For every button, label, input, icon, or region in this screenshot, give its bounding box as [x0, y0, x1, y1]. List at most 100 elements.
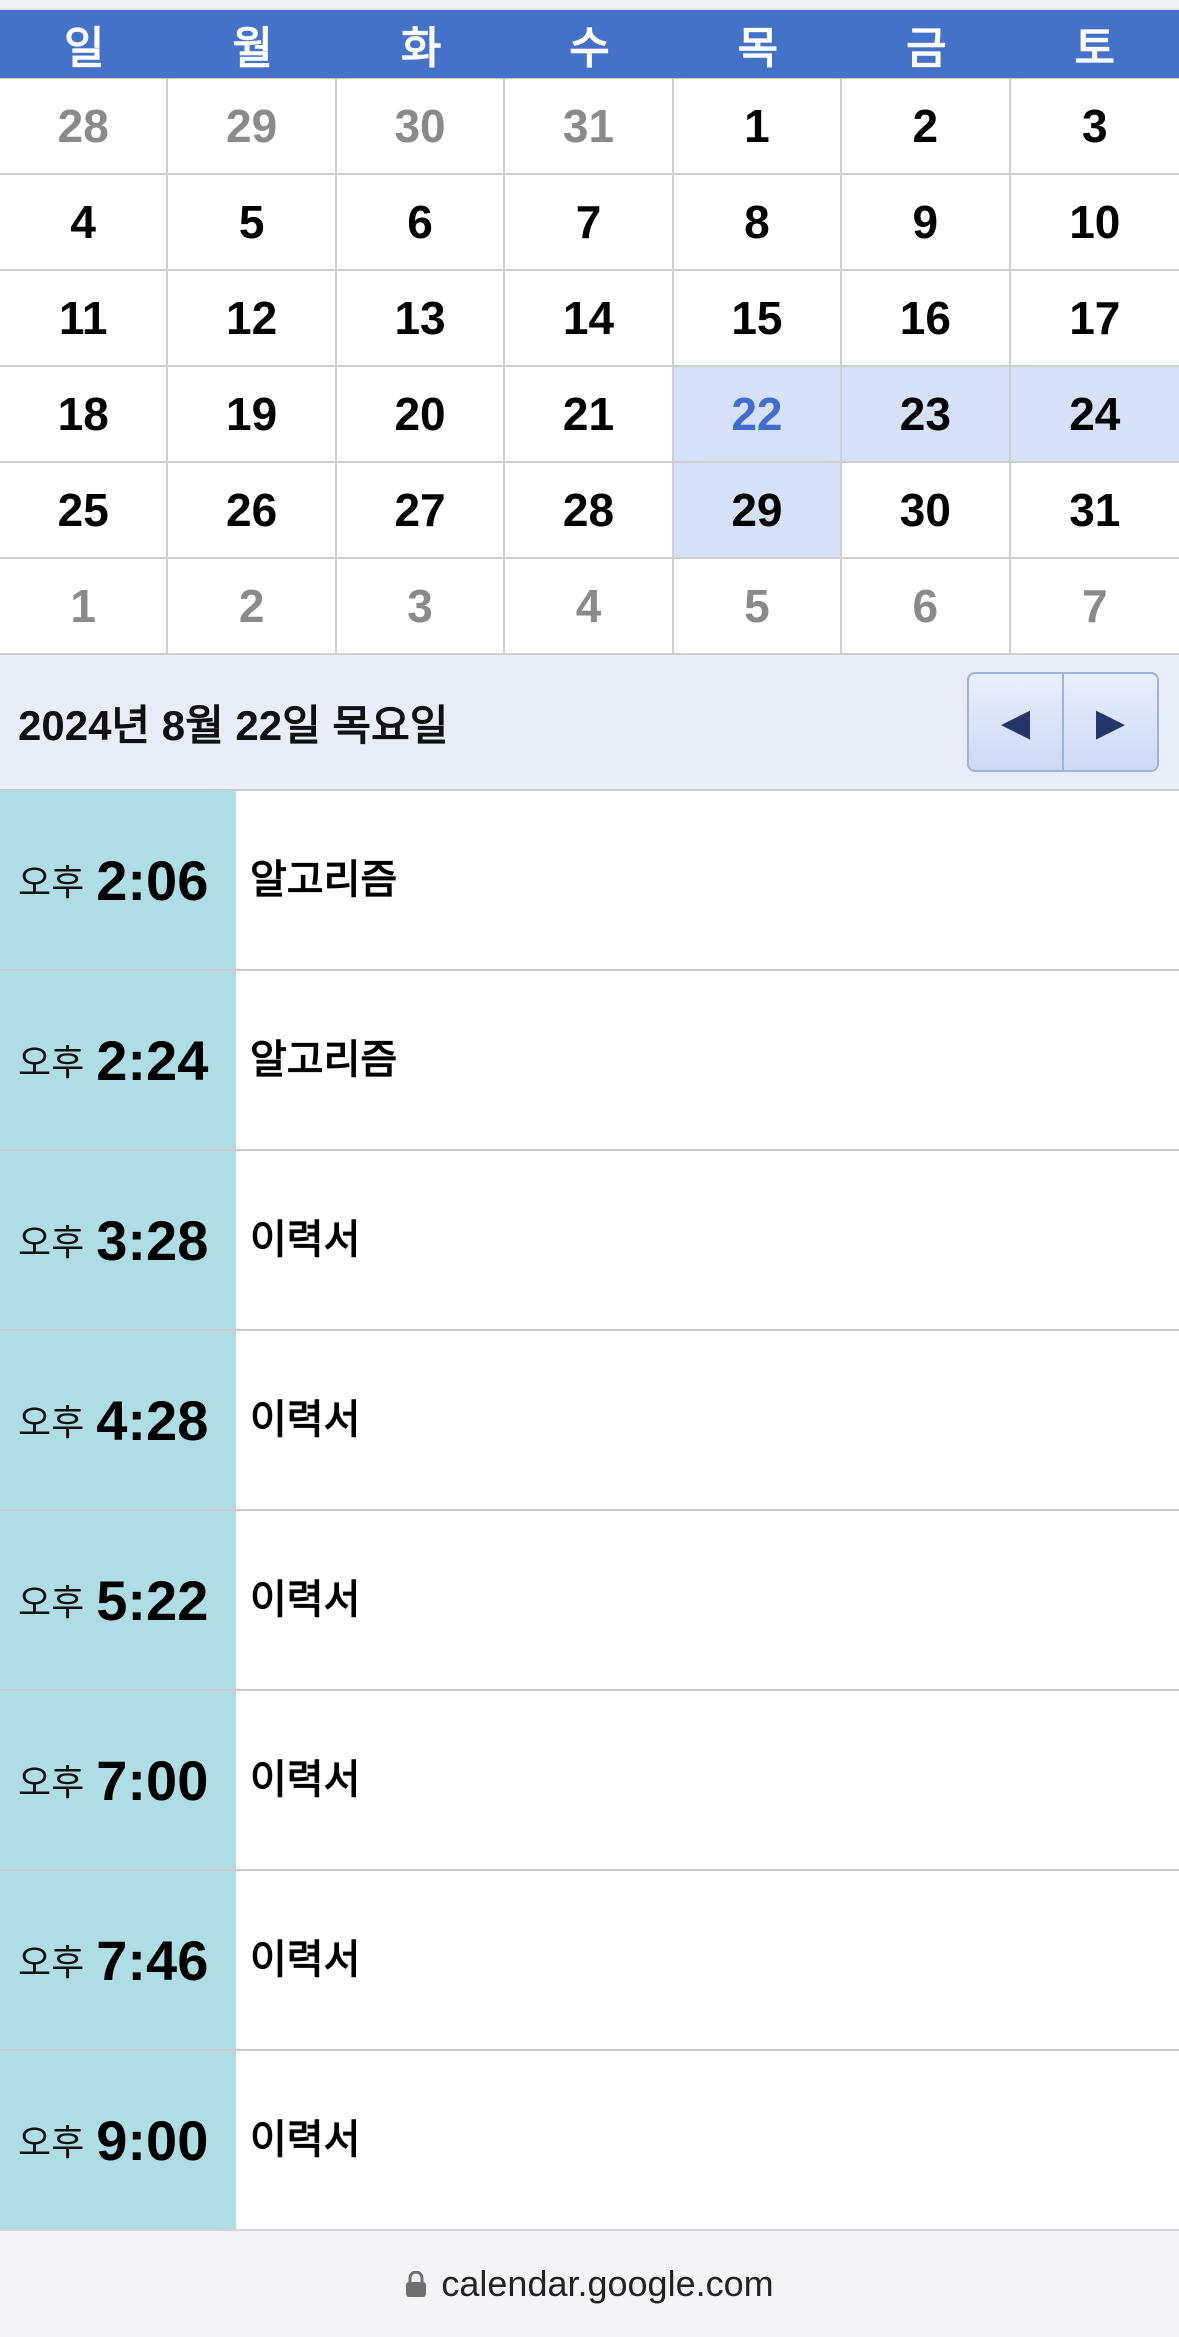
event-title: 알고리즘	[250, 857, 398, 903]
triangle-right-icon: ▶	[1095, 700, 1126, 744]
day-cell[interactable]: 3	[336, 559, 506, 655]
month-grid: 28 29 30 31 1 2 3 4 5 6 7 8 9 10 11 12 1…	[0, 78, 1179, 655]
day-cell[interactable]: 31	[1010, 463, 1179, 559]
day-cell[interactable]: 21	[505, 367, 674, 463]
day-cell[interactable]: 19	[168, 367, 337, 463]
day-cell[interactable]: 28	[0, 79, 169, 175]
event-time: 오후 4:28	[0, 1331, 236, 1509]
event-ampm: 오후	[18, 1043, 85, 1084]
event-clock: 5:22	[96, 1568, 209, 1632]
event-time: 오후 7:00	[0, 1691, 236, 1869]
event-title: 이력서	[250, 1397, 361, 1443]
day-cell[interactable]: 10	[1010, 175, 1179, 271]
event-row[interactable]: 오후 7:00 이력서	[0, 1691, 1179, 1871]
event-row[interactable]: 오후 2:24 알고리즘	[0, 971, 1179, 1151]
event-time: 오후 3:28	[0, 1151, 236, 1329]
weekday-mon: 월	[232, 23, 273, 74]
selected-date-title: 2024년 8월 22일 목요일	[18, 701, 449, 749]
event-title: 이력서	[250, 1217, 361, 1263]
day-cell[interactable]: 2	[842, 79, 1011, 175]
event-title: 알고리즘	[250, 1037, 398, 1083]
day-cell[interactable]: 6	[842, 559, 1011, 655]
day-cell[interactable]: 16	[842, 271, 1011, 367]
browser-url-bar[interactable]: calendar.google.com	[0, 2229, 1179, 2337]
event-ampm: 오후	[18, 863, 85, 904]
event-time: 오후 2:24	[0, 971, 236, 1149]
day-cell[interactable]: 13	[336, 271, 506, 367]
day-cell[interactable]: 2	[168, 559, 337, 655]
day-cell[interactable]: 5	[673, 559, 843, 655]
weekday-sun: 일	[63, 23, 105, 74]
day-cell-today[interactable]: 22	[673, 367, 843, 463]
prev-day-button[interactable]: ◀	[969, 674, 1062, 770]
weekday-thu: 목	[737, 23, 779, 74]
day-cell[interactable]: 18	[0, 367, 169, 463]
event-ampm: 오후	[18, 1223, 85, 1264]
weekday-tue: 화	[400, 23, 442, 74]
event-title: 이력서	[250, 2117, 361, 2163]
day-cell[interactable]: 24	[1010, 367, 1179, 463]
event-row[interactable]: 오후 7:46 이력서	[0, 1871, 1179, 2051]
day-cell[interactable]: 20	[336, 367, 506, 463]
day-cell[interactable]: 3	[1010, 79, 1179, 175]
weekday-fri: 금	[906, 23, 947, 74]
day-cell[interactable]: 29	[168, 79, 337, 175]
day-cell[interactable]: 12	[168, 271, 337, 367]
event-time: 오후 9:00	[0, 2051, 236, 2229]
event-ampm: 오후	[18, 1583, 85, 1624]
event-row[interactable]: 오후 9:00 이력서	[0, 2051, 1179, 2231]
weekday-sat: 토	[1074, 23, 1116, 74]
day-cell[interactable]: 28	[505, 463, 674, 559]
day-cell[interactable]: 8	[673, 175, 843, 271]
event-title: 이력서	[250, 1937, 361, 1983]
event-title: 이력서	[250, 1757, 361, 1803]
event-title: 이력서	[250, 1577, 361, 1623]
event-clock: 9:00	[96, 2108, 209, 2172]
day-cell[interactable]: 6	[336, 175, 506, 271]
day-cell[interactable]: 30	[842, 463, 1011, 559]
event-ampm: 오후	[18, 1403, 85, 1444]
day-cell[interactable]: 27	[336, 463, 506, 559]
day-cell[interactable]: 7	[1010, 559, 1179, 655]
day-cell[interactable]: 15	[673, 271, 843, 367]
day-cell[interactable]: 1	[0, 559, 169, 655]
selected-date-bar: 2024년 8월 22일 목요일 ◀ ▶	[0, 655, 1179, 791]
weekday-wed: 수	[569, 23, 610, 74]
url-text: calendar.google.com	[441, 2263, 774, 2304]
day-cell[interactable]: 5	[168, 175, 337, 271]
event-row[interactable]: 오후 4:28 이력서	[0, 1331, 1179, 1511]
day-cell[interactable]: 25	[0, 463, 169, 559]
day-cell[interactable]: 14	[505, 271, 674, 367]
day-cell[interactable]: 4	[505, 559, 674, 655]
event-time: 오후 5:22	[0, 1511, 236, 1689]
event-clock: 7:00	[96, 1748, 209, 1812]
event-clock: 4:28	[96, 1388, 209, 1452]
event-time: 오후 2:06	[0, 791, 236, 969]
day-cell[interactable]: 30	[336, 79, 506, 175]
next-day-button[interactable]: ▶	[1062, 674, 1157, 770]
day-cell[interactable]: 31	[505, 79, 674, 175]
event-clock: 2:06	[96, 848, 209, 912]
lock-icon	[406, 2271, 427, 2297]
day-cell[interactable]: 29	[673, 463, 843, 559]
event-row[interactable]: 오후 3:28 이력서	[0, 1151, 1179, 1331]
top-strip	[0, 0, 1179, 10]
day-cell[interactable]: 1	[673, 79, 843, 175]
triangle-left-icon: ◀	[1000, 700, 1031, 744]
day-cell[interactable]: 4	[0, 175, 169, 271]
event-clock: 2:24	[96, 1028, 209, 1092]
event-row[interactable]: 오후 5:22 이력서	[0, 1511, 1179, 1691]
event-clock: 3:28	[96, 1208, 209, 1272]
day-cell[interactable]: 9	[842, 175, 1011, 271]
day-cell[interactable]: 11	[0, 271, 169, 367]
event-ampm: 오후	[18, 1943, 85, 1984]
event-list: 오후 2:06 알고리즘 오후 2:24 알고리즘 오후 3:28 이력서 오후…	[0, 791, 1179, 2231]
day-cell[interactable]: 26	[168, 463, 337, 559]
day-cell[interactable]: 23	[842, 367, 1011, 463]
day-cell[interactable]: 17	[1010, 271, 1179, 367]
event-row[interactable]: 오후 2:06 알고리즘	[0, 791, 1179, 971]
day-cell[interactable]: 7	[505, 175, 674, 271]
event-clock: 7:46	[96, 1928, 209, 1992]
event-time: 오후 7:46	[0, 1871, 236, 2049]
date-nav-group: ◀ ▶	[967, 672, 1159, 772]
